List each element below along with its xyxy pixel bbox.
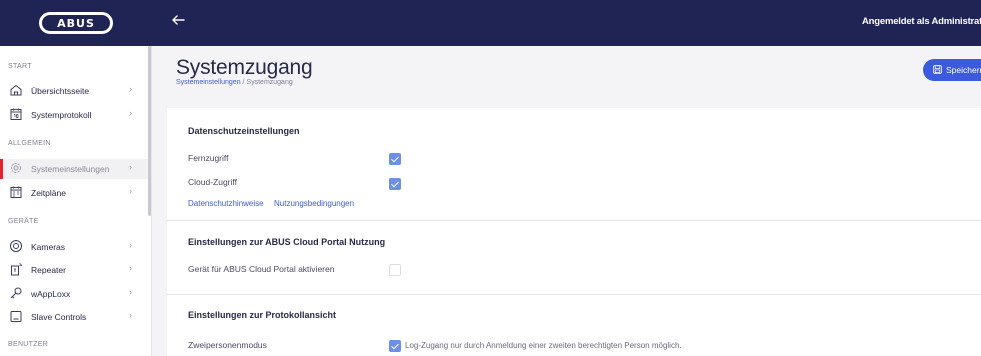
remote-access-label: Fernzugriff [188, 153, 229, 163]
cloud-portal-activate-checkbox[interactable] [389, 264, 401, 276]
two-person-mode-checkbox[interactable] [389, 340, 401, 352]
sidebar-item-system-log[interactable]: Systemprotokoll › [0, 105, 148, 125]
floppy-disk-icon [933, 64, 942, 76]
sidebar-item-label: Repeater [31, 265, 66, 275]
camera-icon [9, 239, 23, 253]
chevron-right-icon: › [129, 240, 132, 250]
sidebar-item-slave-controls[interactable]: Slave Controls › [0, 307, 148, 327]
abus-logo: ABUS [39, 12, 113, 34]
privacy-section-title: Datenschutzeinstellungen [188, 126, 300, 136]
sidebar-item-label: Systemeinstellungen [31, 164, 110, 174]
logo-text: ABUS [42, 15, 110, 31]
chevron-right-icon: › [129, 263, 132, 273]
back-arrow-icon[interactable] [170, 12, 190, 32]
user-status[interactable]: Angemeldet als Administrator [862, 16, 981, 27]
sidebar-item-label: Zeitpläne [31, 188, 66, 198]
sidebar-item-system-settings[interactable]: Systemeinstellungen › [0, 159, 148, 179]
chevron-right-icon: › [129, 162, 132, 172]
cloud-access-checkbox[interactable] [389, 178, 401, 190]
two-person-mode-label: Zweipersonenmodus [188, 340, 267, 350]
section-divider [167, 294, 981, 295]
chevron-right-icon: › [129, 310, 132, 320]
page-title: Systemzugang [176, 56, 313, 79]
app-window: ABUS Angemeldet als Administrator START … [0, 0, 981, 356]
repeater-icon [9, 262, 23, 276]
sidebar-item-label: wAppLoxx [31, 289, 71, 299]
sidebar-item-repeater[interactable]: Repeater › [0, 260, 148, 280]
sidebar-section-devices: GERÄTE [8, 218, 39, 225]
logo-area[interactable]: ABUS [0, 0, 152, 46]
sidebar-item-label: Übersichtsseite [31, 86, 90, 96]
terms-of-use-link[interactable]: Nutzungsbedingungen [274, 199, 354, 208]
home-icon [9, 83, 23, 97]
sidebar-section-general: ALLGEMEIN [8, 140, 51, 147]
sidebar-section-start: START [8, 63, 32, 70]
chevron-right-icon: › [129, 108, 132, 118]
privacy-notice-link[interactable]: Datenschutzhinweise [188, 199, 264, 208]
log-view-section-title: Einstellungen zur Protokollansicht [188, 310, 337, 320]
calendar-log-icon [9, 107, 23, 121]
sidebar-item-label: Slave Controls [31, 312, 87, 322]
save-button-label: Speichern [946, 65, 981, 75]
chevron-right-icon: › [129, 186, 132, 196]
cloud-portal-activate-label: Gerät für ABUS Cloud Portal aktivieren [188, 264, 335, 274]
key-icon [9, 286, 23, 300]
sidebar-item-schedules[interactable]: Zeitpläne › [0, 183, 148, 203]
sidebar-item-cameras[interactable]: Kameras › [0, 237, 148, 257]
breadcrumb-current: Systemzugang [246, 79, 293, 86]
save-button[interactable]: Speichern [923, 59, 981, 81]
sidebar-item-wapploxx[interactable]: wAppLoxx › [0, 284, 148, 304]
schedule-icon [9, 185, 23, 199]
breadcrumb-parent-link[interactable]: Systemeinstellungen [176, 79, 241, 86]
sidebar-item-label: Systemprotokoll [31, 110, 92, 120]
cloud-access-label: Cloud-Zugriff [188, 177, 237, 187]
sidebar-scrollbar[interactable] [148, 46, 151, 216]
breadcrumb: Systemeinstellungen / Systemzugang [176, 79, 293, 86]
active-marker [0, 159, 3, 179]
two-person-mode-description: Log-Zugang nur durch Anmeldung einer zwe… [405, 341, 682, 350]
sidebar-section-users: BENUTZER [8, 341, 49, 348]
remote-access-checkbox[interactable] [389, 153, 401, 165]
section-divider [167, 220, 981, 221]
sidebar-item-overview[interactable]: Übersichtsseite › [0, 81, 148, 101]
slave-control-icon [9, 309, 23, 323]
chevron-right-icon: › [129, 287, 132, 297]
cloud-portal-section-title: Einstellungen zur ABUS Cloud Portal Nutz… [188, 237, 386, 247]
chevron-right-icon: › [129, 84, 132, 94]
gear-icon [9, 161, 23, 175]
sidebar-item-label: Kameras [31, 242, 66, 252]
